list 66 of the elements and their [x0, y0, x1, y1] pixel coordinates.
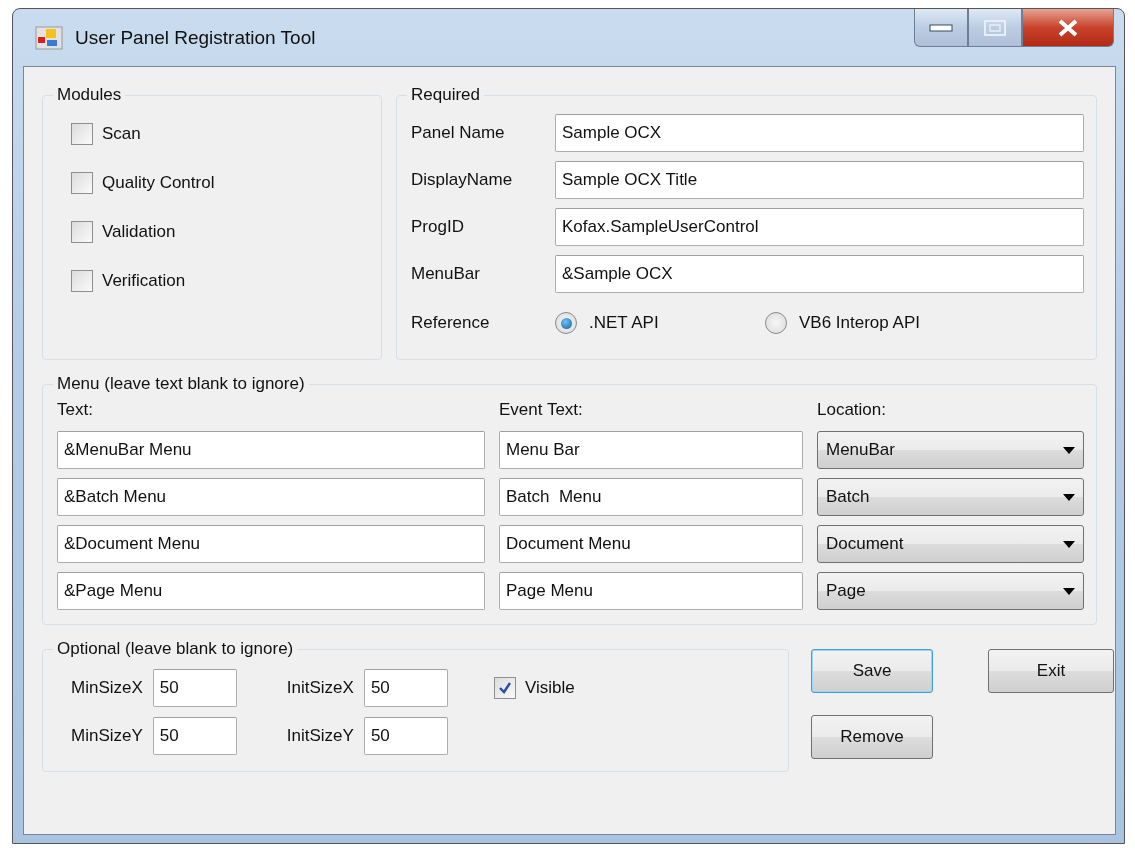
number-field[interactable]: 50 — [152, 669, 237, 707]
field-label: InitSizeX — [286, 678, 354, 698]
group-title: Menu (leave text blank to ignore) — [56, 374, 306, 394]
column-heading: Location: — [817, 399, 887, 421]
maximize-button[interactable] — [968, 9, 1022, 47]
checkbox-label[interactable]: Validation — [102, 221, 176, 242]
checkbox-label[interactable]: Scan — [102, 123, 141, 144]
checkbox-label[interactable]: Verification — [102, 270, 186, 291]
text-field[interactable]: Page Menu — [499, 572, 803, 610]
checkbox[interactable] — [71, 171, 93, 194]
close-button[interactable] — [1022, 9, 1114, 47]
field-label: MinSizeX — [71, 678, 143, 698]
radio-label[interactable]: .NET API — [589, 313, 659, 333]
radio-label[interactable]: VB6 Interop API — [799, 313, 920, 333]
dialog-button[interactable]: Save — [811, 649, 933, 693]
checkbox[interactable] — [71, 269, 93, 292]
group-title: Required — [410, 85, 481, 105]
field-label: Reference — [411, 313, 491, 333]
window-title: User Panel Registration Tool — [75, 26, 317, 49]
location-dropdown[interactable]: MenuBar — [817, 431, 1084, 469]
text-field[interactable]: Menu Bar — [499, 431, 803, 469]
field-label: ProgID — [411, 216, 465, 237]
number-field[interactable]: 50 — [363, 717, 448, 755]
radio-button[interactable] — [555, 312, 577, 334]
number-field[interactable]: 50 — [152, 717, 237, 755]
dialog-button[interactable]: Exit — [988, 649, 1114, 693]
checkbox[interactable] — [71, 220, 93, 243]
checkbox[interactable] — [493, 677, 516, 699]
field-label: MenuBar — [411, 263, 481, 284]
field-label: Panel Name — [411, 122, 506, 143]
group-title: Modules — [56, 85, 123, 105]
caret-icon — [1063, 493, 1075, 501]
close-icon — [1056, 18, 1080, 37]
location-dropdown[interactable]: Page — [817, 572, 1084, 610]
minimize-button[interactable] — [914, 9, 968, 47]
maximize-icon — [983, 18, 1007, 37]
field-label: DisplayName — [411, 169, 514, 190]
location-dropdown[interactable]: Batch — [817, 478, 1084, 516]
text-field[interactable]: Sample OCX Title — [555, 160, 1084, 199]
location-dropdown[interactable]: Document — [817, 525, 1084, 563]
text-field[interactable]: &Page Menu — [57, 572, 485, 610]
field-label: MinSizeY — [71, 726, 143, 746]
text-field[interactable]: Batch Menu — [499, 478, 803, 516]
column-heading: Text: — [57, 399, 94, 421]
minimize-icon — [929, 23, 953, 32]
text-field[interactable]: &MenuBar Menu — [57, 431, 485, 469]
field-label: InitSizeY — [286, 726, 354, 746]
caret-icon — [1063, 540, 1075, 548]
text-field[interactable]: Kofax.SampleUserControl — [555, 207, 1084, 246]
caret-icon — [1063, 446, 1075, 454]
app-icon — [35, 25, 63, 50]
column-heading: Event Text: — [499, 399, 584, 421]
checkbox-label[interactable]: Quality Control — [102, 172, 215, 193]
checkmark-icon — [497, 681, 512, 695]
text-field[interactable]: &Sample OCX — [555, 254, 1084, 293]
caret-icon — [1063, 587, 1075, 595]
dialog-button[interactable]: Remove — [811, 715, 933, 759]
checkbox-label[interactable]: Visible — [524, 678, 575, 698]
group-title: Optional (leave blank to ignore) — [56, 639, 295, 659]
text-field[interactable]: &Batch Menu — [57, 478, 485, 516]
checkbox[interactable] — [71, 122, 93, 145]
text-field[interactable]: &Document Menu — [57, 525, 485, 563]
text-field[interactable]: Sample OCX — [555, 113, 1084, 152]
text-field[interactable]: Document Menu — [499, 525, 803, 563]
number-field[interactable]: 50 — [363, 669, 448, 707]
radio-button[interactable] — [765, 312, 787, 334]
